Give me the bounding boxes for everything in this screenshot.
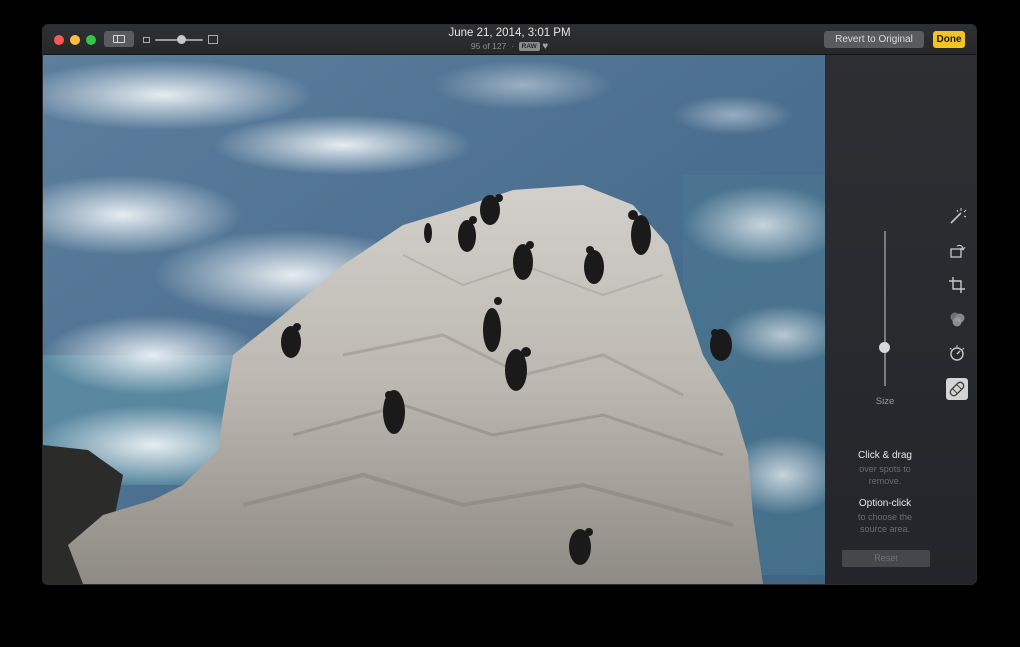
- size-label: Size: [875, 396, 895, 407]
- size-slider-track[interactable]: [884, 231, 886, 386]
- photo-image: [43, 55, 825, 584]
- heart-icon[interactable]: ♥: [542, 41, 548, 52]
- rotate-tool-button[interactable]: [946, 240, 968, 262]
- crop-tool-button[interactable]: [946, 274, 968, 296]
- retouch-panel: Size Click & drag over spots to remove. …: [825, 55, 976, 584]
- done-button[interactable]: Done: [933, 31, 965, 48]
- reset-button[interactable]: Reset: [842, 550, 930, 567]
- enhance-tool-button[interactable]: [946, 206, 968, 228]
- crop-icon: [949, 277, 965, 293]
- adjust-dial-icon: [949, 345, 965, 361]
- option-click-title: Option-click: [858, 498, 912, 509]
- photos-edit-window: June 21, 2014, 3:01 PM 95 of 127 · RAW ♥…: [43, 25, 976, 584]
- click-drag-title: Click & drag: [858, 450, 912, 461]
- title-bar: June 21, 2014, 3:01 PM 95 of 127 · RAW ♥…: [43, 25, 976, 55]
- click-drag-instruction: over spots to remove.: [859, 464, 911, 486]
- retouch-tool-button[interactable]: [946, 378, 968, 400]
- bandage-icon: [949, 381, 965, 397]
- photo-canvas[interactable]: [43, 55, 825, 584]
- filters-tool-button[interactable]: [946, 308, 968, 330]
- filters-icon: [950, 312, 965, 327]
- adjust-tool-button[interactable]: [946, 342, 968, 364]
- raw-badge: RAW: [518, 42, 540, 51]
- magic-wand-icon: [950, 208, 967, 224]
- info-separator: ·: [511, 41, 514, 51]
- option-click-instruction: to choose the source area.: [857, 512, 913, 534]
- rotate-icon: [950, 244, 966, 258]
- size-slider-knob[interactable]: [879, 341, 890, 353]
- revert-to-original-button[interactable]: Revert to Original: [824, 31, 924, 48]
- photo-counter: 95 of 127: [470, 41, 507, 51]
